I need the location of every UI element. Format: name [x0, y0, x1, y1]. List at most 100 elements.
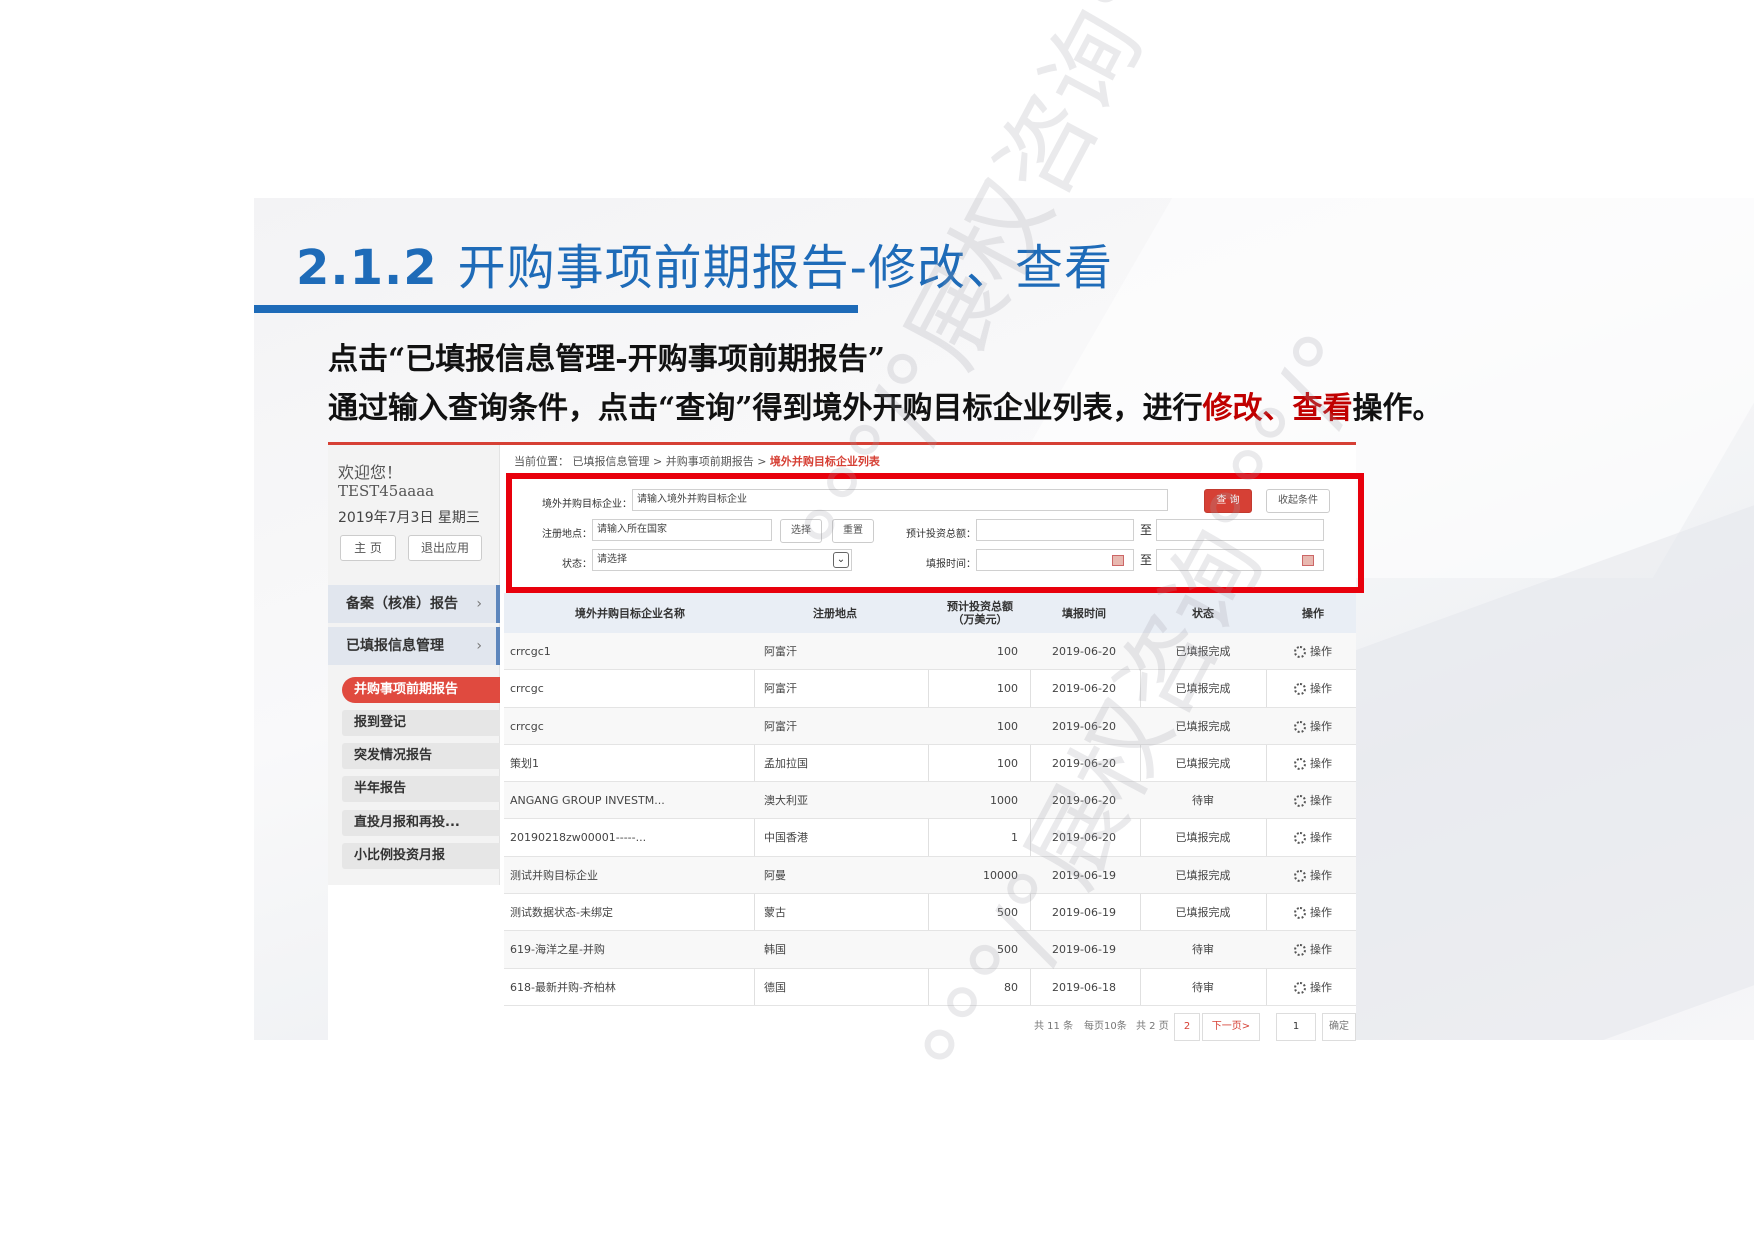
nav-label: 已填报信息管理	[346, 638, 444, 654]
table-row: 策划1 孟加拉国 100 2019-06-20 已填报完成 操作	[504, 745, 1356, 783]
cell-name: crrcgc1	[510, 645, 551, 658]
header-date: 填报时间	[1062, 606, 1106, 620]
cell-status: 已填报完成	[1175, 682, 1231, 696]
highlight-view: 查看	[1292, 391, 1353, 426]
chevron-right-icon: ›	[476, 638, 482, 654]
cell-location: 韩国	[764, 943, 786, 957]
next-page-button[interactable]: 下一页>	[1202, 1013, 1260, 1041]
operation-label: 操作	[1310, 645, 1332, 658]
chevron-right-icon: ›	[476, 596, 482, 612]
highlight-separator: 、	[1262, 391, 1293, 426]
cell-date: 2019-06-20	[1052, 756, 1116, 770]
cell-status: 已填报完成	[1175, 719, 1231, 733]
cell-name: 测试并购目标企业	[510, 868, 598, 882]
cell-date: 2019-06-19	[1052, 868, 1116, 882]
cell-name: ANGANG GROUP INVESTM...	[510, 794, 665, 808]
total-pages: 共 2 页	[1136, 1021, 1169, 1032]
table-row: ANGANG GROUP INVESTM... 澳大利亚 1000 2019-06-2…	[504, 782, 1356, 820]
cell-amount: 100	[997, 682, 1018, 696]
gear-icon	[1294, 683, 1306, 696]
cell-amount: 80	[1004, 980, 1018, 994]
operation-button[interactable]: 操作	[1270, 894, 1356, 931]
table-row: 618-最新并购-齐柏林 德国 80 2019-06-18 待审 操作	[504, 969, 1356, 1006]
operation-button[interactable]: 操作	[1270, 819, 1356, 856]
cell-status: 已填报完成	[1175, 868, 1231, 882]
sub-item-merger-report[interactable]: 并购事项前期报告	[342, 677, 500, 703]
operation-button[interactable]: 操作	[1270, 670, 1356, 707]
nav-filing-report[interactable]: 备案（核准）报告 ›	[328, 585, 500, 623]
sub-item-half-year-report[interactable]: 半年报告	[342, 776, 500, 802]
table-body: crrcgc1 阿富汗 100 2019-06-20 已填报完成 操作 crrcgc 阿富汗…	[504, 633, 1356, 1006]
logout-button[interactable]: 退出应用	[408, 535, 482, 561]
table-row: 20190218zw00001-----... 中国香港 1 2019-06-20 已填…	[504, 819, 1356, 857]
cell-name: 619-海洋之星-并购	[510, 943, 605, 957]
slide-title-text: 开购事项前期报告-修改、查看	[457, 240, 1113, 296]
gear-icon	[1294, 869, 1306, 882]
cell-amount: 1	[1011, 831, 1018, 845]
table-row: crrcgc 阿富汗 100 2019-06-20 已填报完成 操作	[504, 670, 1356, 708]
cell-date: 2019-06-20	[1052, 682, 1116, 696]
cell-amount: 500	[997, 906, 1018, 920]
operation-label: 操作	[1310, 831, 1332, 845]
header-status: 状态	[1192, 606, 1214, 620]
cell-name: 测试数据状态-未绑定	[510, 906, 613, 920]
gear-icon	[1294, 981, 1306, 994]
header-company-name: 境外并购目标企业名称	[575, 606, 685, 620]
operation-label: 操作	[1310, 719, 1332, 733]
cell-location: 孟加拉国	[764, 756, 808, 770]
cell-date: 2019-06-19	[1052, 943, 1116, 957]
sub-item-small-ratio-monthly[interactable]: 小比例投资月报	[342, 843, 500, 869]
goto-confirm-button[interactable]: 确定	[1322, 1013, 1356, 1041]
table-row: 测试数据状态-未绑定 蒙古 500 2019-06-19 已填报完成 操作	[504, 894, 1356, 932]
table-row: 619-海洋之星-并购 韩国 500 2019-06-19 待审 操作	[504, 931, 1356, 969]
cell-amount: 10000	[983, 868, 1018, 882]
instruction-line-2: 通过输入查询条件，点击“查询”得到境外开购目标企业列表，进行修改、查看操作。	[328, 383, 1443, 427]
operation-button[interactable]: 操作	[1270, 969, 1356, 1006]
nav-submitted-info[interactable]: 已填报信息管理 ›	[328, 627, 500, 665]
highlight-modify: 修改	[1202, 391, 1263, 426]
operation-button[interactable]: 操作	[1270, 708, 1356, 745]
operation-button[interactable]: 操作	[1270, 857, 1356, 894]
cell-amount: 500	[997, 943, 1018, 957]
instruction-line-1: 点击“已填报信息管理-开购事项前期报告”	[328, 342, 885, 377]
operation-button[interactable]: 操作	[1270, 931, 1356, 968]
table-row: 测试并购目标企业 阿曼 10000 2019-06-19 已填报完成 操作	[504, 856, 1356, 895]
operation-label: 操作	[1310, 943, 1332, 957]
gear-icon	[1294, 795, 1306, 808]
page-2-link[interactable]: 2	[1174, 1013, 1200, 1041]
header-operation: 操作	[1302, 606, 1324, 620]
table-row: crrcgc1 阿富汗 100 2019-06-20 已填报完成 操作	[504, 633, 1356, 671]
operation-label: 操作	[1310, 868, 1332, 882]
operation-label: 操作	[1310, 682, 1332, 696]
breadcrumb-path: 当前位置： 已填报信息管理 > 并购事项前期报告 >	[514, 455, 770, 468]
nav-label: 备案（核准）报告	[346, 596, 458, 612]
cell-status: 待审	[1192, 794, 1214, 808]
cell-date: 2019-06-20	[1052, 719, 1116, 733]
highlight-box	[506, 473, 1364, 593]
cell-amount: 1000	[990, 794, 1018, 808]
operation-label: 操作	[1310, 756, 1332, 770]
cell-location: 德国	[764, 980, 786, 994]
header-location: 注册地点	[813, 606, 857, 620]
operation-button[interactable]: 操作	[1270, 745, 1356, 782]
slide-title-number: 2.1.2	[296, 240, 438, 296]
welcome-text: 欢迎您！	[338, 463, 403, 482]
goto-page-input[interactable]: 1	[1276, 1013, 1316, 1041]
home-button[interactable]: 主 页	[340, 535, 396, 561]
operation-button[interactable]: 操作	[1270, 782, 1356, 819]
gear-icon	[1294, 757, 1306, 770]
sub-item-direct-monthly[interactable]: 直投月报和再投...	[342, 810, 500, 836]
cell-location: 阿富汗	[764, 645, 797, 658]
gear-icon	[1294, 907, 1306, 920]
instruction-text-end: 操作。	[1352, 391, 1443, 426]
sub-item-emergency-report[interactable]: 突发情况报告	[342, 743, 500, 769]
gear-icon	[1294, 720, 1306, 733]
cell-amount: 100	[997, 756, 1018, 770]
cell-status: 待审	[1192, 980, 1214, 994]
cell-date: 2019-06-20	[1052, 831, 1116, 845]
cell-date: 2019-06-18	[1052, 980, 1116, 994]
gear-icon	[1294, 646, 1306, 658]
cell-name: crrcgc	[510, 682, 544, 696]
sub-item-registration[interactable]: 报到登记	[342, 710, 500, 736]
operation-button[interactable]: 操作	[1270, 633, 1356, 670]
